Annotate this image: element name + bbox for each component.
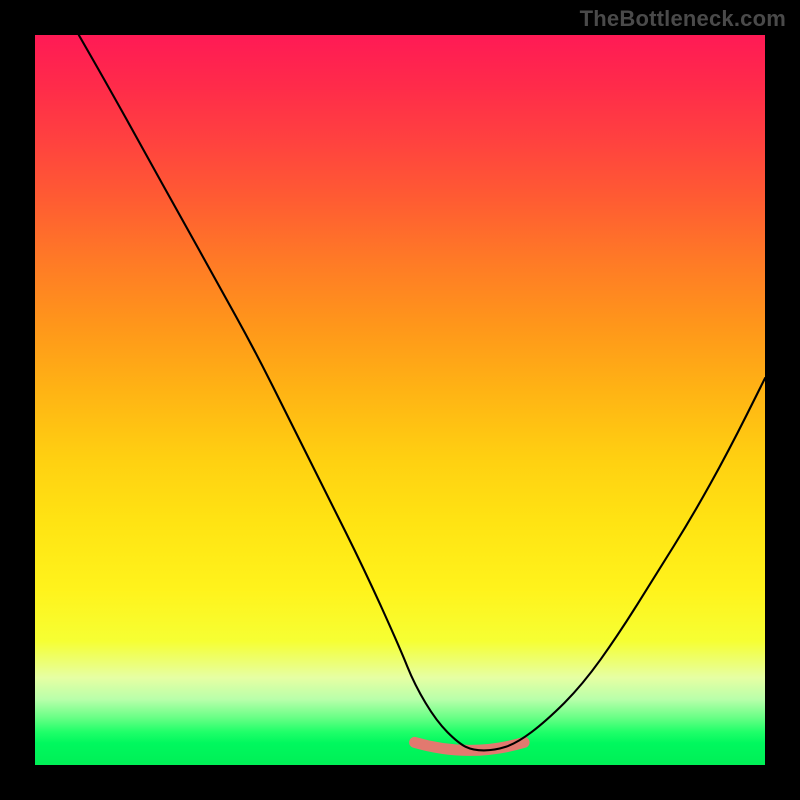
chart-frame: TheBottleneck.com	[0, 0, 800, 800]
plot-area	[35, 35, 765, 765]
chart-svg	[35, 35, 765, 765]
watermark-text: TheBottleneck.com	[580, 6, 786, 32]
bottleneck-curve	[79, 35, 765, 750]
